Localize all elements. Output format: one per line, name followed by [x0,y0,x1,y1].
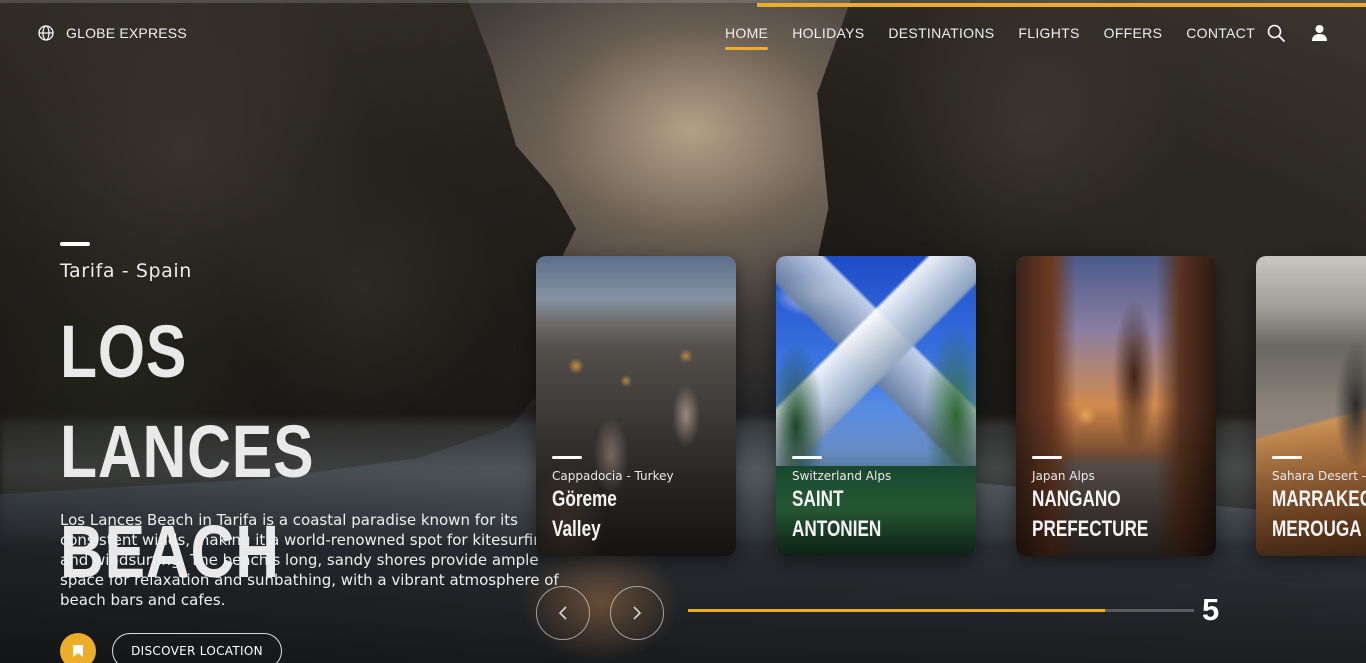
nav-flights[interactable]: FLIGHTS [1018,25,1079,41]
destination-card-nangano[interactable]: Japan Alps NANGANO PREFECTURE [1016,256,1216,556]
nav-holidays[interactable]: HOLIDAYS [792,25,864,41]
hero-location: Tarifa - Spain [60,260,192,282]
brand-name: GLOBE EXPRESS [66,25,187,41]
nav-destinations[interactable]: DESTINATIONS [888,25,994,41]
card-dash [1032,456,1062,459]
card-subtitle: Cappadocia - Turkey [552,469,674,483]
slide-number: 5 [1202,592,1220,627]
next-slide-button[interactable] [610,586,664,640]
card-dash [552,456,582,459]
hero-description: Los Lances Beach in Tarifa is a coastal … [60,511,559,609]
card-title: Göreme Valley [552,486,617,541]
card-dash [1272,456,1302,459]
hero-dash [60,242,90,246]
main-menu: HOME HOLIDAYS DESTINATIONS FLIGHTS OFFER… [725,25,1255,50]
card-title: NANGANO PREFECTURE [1032,486,1149,541]
slide-progress-track [688,609,1194,612]
card-title: MARRAKECH MEROUGA [1272,486,1366,541]
nav-offers[interactable]: OFFERS [1104,25,1163,41]
destination-card-goreme[interactable]: Cappadocia - Turkey Göreme Valley [536,256,736,556]
destination-card-saint-antonien[interactable]: Switzerland Alps SAINT ANTONIEN [776,256,976,556]
top-nav: GLOBE EXPRESS HOME HOLIDAYS DESTINATIONS… [0,0,1366,66]
brand-logo[interactable]: GLOBE EXPRESS [38,25,187,41]
nav-home[interactable]: HOME [725,25,769,50]
destination-card-marrakech[interactable]: Sahara Desert - Morocco MARRAKECH MEROUG… [1256,256,1366,556]
user-icon[interactable] [1311,24,1328,42]
bookmark-icon [73,645,83,657]
discover-location-button[interactable]: DISCOVER LOCATION [112,633,282,663]
prev-slide-button[interactable] [536,586,590,640]
chevron-right-icon [633,606,642,620]
card-title: SAINT ANTONIEN [792,486,882,541]
card-subtitle: Japan Alps [1032,469,1095,483]
bookmark-button[interactable] [60,633,96,663]
card-subtitle: Switzerland Alps [792,469,892,483]
slide-progress-fill [688,609,1106,612]
card-dash [792,456,822,459]
search-icon[interactable] [1267,24,1285,42]
card-subtitle: Sahara Desert - Morocco [1272,469,1366,483]
globe-icon [38,25,54,41]
nav-contact[interactable]: CONTACT [1186,25,1255,41]
chevron-left-icon [558,606,567,620]
hero-title-line1: LOS LANCES [60,310,315,493]
